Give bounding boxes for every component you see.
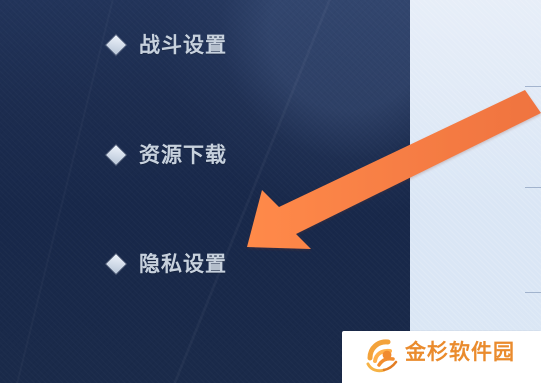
menu-item-privacy-settings[interactable]: 隐私设置 xyxy=(106,246,227,282)
menu-item-label: 战斗设置 xyxy=(139,32,227,57)
content-panel xyxy=(410,0,541,383)
panel-tick-mark xyxy=(525,187,541,188)
watermark-badge: 金杉软件园 xyxy=(342,331,541,383)
menu-item-label: 隐私设置 xyxy=(139,251,227,276)
watermark-logo-icon xyxy=(366,339,398,373)
panel-tick-mark xyxy=(525,86,541,87)
menu-item-battle-settings[interactable]: 战斗设置 xyxy=(106,27,227,63)
diamond-icon xyxy=(106,145,126,165)
menu-item-label: 资源下载 xyxy=(139,142,227,167)
diamond-icon xyxy=(106,35,126,55)
menu-item-resource-download[interactable]: 资源下载 xyxy=(106,137,227,173)
panel-tick-mark xyxy=(525,292,541,293)
screenshot-scene: 战斗设置 资源下载 隐私设置 金杉软件园 xyxy=(0,0,541,383)
watermark-label: 金杉软件园 xyxy=(405,340,515,364)
diamond-icon xyxy=(106,254,126,274)
